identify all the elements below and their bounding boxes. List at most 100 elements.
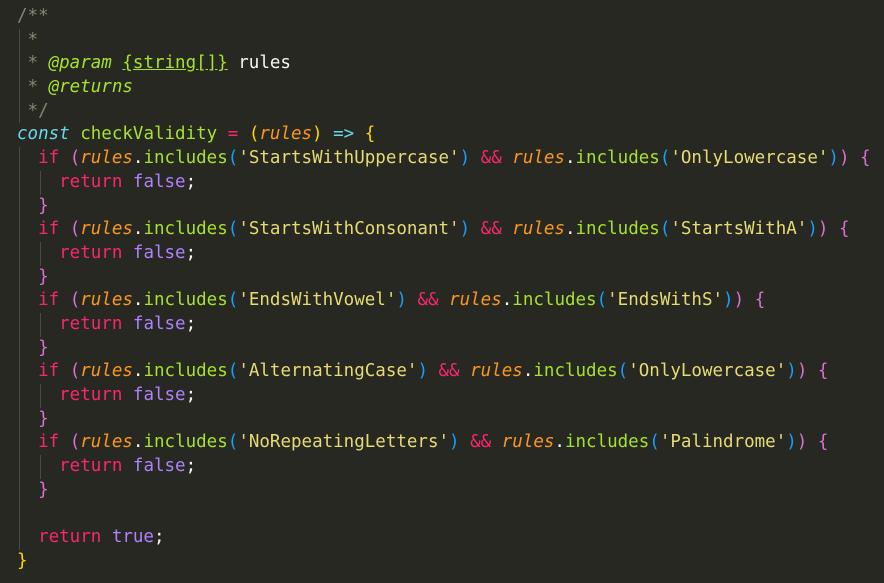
- code-token: rules: [449, 290, 502, 311]
- code-line[interactable]: [0, 502, 884, 527]
- code-token: *: [17, 29, 39, 50]
- indent-guide: [19, 52, 20, 77]
- code-line[interactable]: }: [0, 194, 884, 219]
- code-line[interactable]: * @param {string[]} rules: [0, 52, 884, 77]
- code-token: &&: [470, 219, 513, 240]
- code-token: ): [723, 290, 734, 311]
- code-token: false: [132, 456, 186, 477]
- code-token: includes: [143, 361, 228, 382]
- code-line[interactable]: }: [0, 550, 884, 574]
- code-token: checkValidity: [80, 124, 218, 145]
- code-token: {: [860, 148, 871, 169]
- code-token: if: [17, 432, 70, 453]
- code-token: includes: [143, 432, 228, 453]
- code-token: .: [564, 219, 576, 240]
- code-token: ): [828, 148, 839, 169]
- code-token: ): [396, 290, 407, 311]
- code-token: ): [786, 361, 797, 382]
- code-token: const: [17, 124, 70, 145]
- code-token: ): [733, 290, 745, 311]
- code-token: }: [17, 195, 49, 216]
- code-line[interactable]: if (rules.includes('AlternatingCase') &&…: [0, 360, 884, 384]
- code-token: 'StartsWithConsonant': [238, 219, 460, 240]
- code-token: &&: [470, 148, 513, 169]
- code-token: (: [69, 148, 81, 169]
- code-token: 'StartsWithA': [670, 219, 808, 240]
- code-line[interactable]: *: [0, 28, 884, 53]
- code-token: ;: [185, 456, 197, 477]
- code-token: rules: [80, 219, 133, 240]
- code-token: includes: [512, 290, 597, 311]
- code-token: ): [807, 219, 818, 240]
- code-line[interactable]: return false;: [0, 384, 884, 408]
- code-token: includes: [143, 290, 228, 311]
- code-line[interactable]: /**: [0, 5, 884, 29]
- code-line[interactable]: return false;: [0, 455, 884, 479]
- code-line[interactable]: if (rules.includes('EndsWithVowel') && r…: [0, 289, 884, 313]
- code-token: includes: [143, 219, 228, 240]
- code-line[interactable]: return false;: [0, 241, 884, 266]
- code-token: ;: [153, 527, 165, 548]
- indent-guide: [40, 312, 42, 337]
- indent-guide: [19, 407, 20, 432]
- code-token: .: [501, 290, 513, 311]
- code-token: .: [132, 290, 144, 311]
- code-token: {: [838, 219, 850, 240]
- indent-guide: [19, 431, 20, 456]
- code-token: (: [69, 432, 81, 453]
- code-token: 'OnlyLowercase': [670, 148, 829, 169]
- indent-guide: [40, 241, 42, 266]
- code-line[interactable]: const checkValidity = (rules) => {: [0, 123, 884, 147]
- code-token: */: [17, 100, 49, 121]
- code-token: (: [649, 432, 660, 453]
- code-token: &&: [459, 432, 502, 453]
- code-line[interactable]: if (rules.includes('NoRepeatingLetters')…: [0, 431, 884, 456]
- code-token: .: [132, 219, 144, 240]
- code-token: if: [17, 290, 70, 311]
- code-token: ): [796, 432, 808, 453]
- code-line[interactable]: return true;: [0, 526, 884, 550]
- code-token: rules: [259, 124, 313, 145]
- code-token: false: [132, 313, 186, 334]
- code-token: }: [17, 408, 49, 429]
- code-line[interactable]: }: [0, 478, 884, 503]
- code-line[interactable]: return false;: [0, 312, 884, 337]
- indent-guide: [19, 170, 20, 195]
- indent-guide: [19, 99, 20, 124]
- code-line[interactable]: if (rules.includes('StartsWithConsonant'…: [0, 218, 884, 242]
- code-token: (: [227, 290, 239, 311]
- code-line[interactable]: if (rules.includes('StartsWithUppercase'…: [0, 147, 884, 171]
- code-token: &&: [406, 290, 450, 311]
- code-token: return: [17, 242, 133, 263]
- code-token: if: [17, 219, 70, 240]
- indent-guide: [19, 76, 20, 100]
- code-token: (: [69, 361, 81, 382]
- code-line[interactable]: }: [0, 336, 884, 361]
- code-token: .: [132, 432, 144, 453]
- indent-guide: [19, 502, 20, 527]
- code-token: ): [796, 361, 808, 382]
- code-token: {: [817, 432, 829, 453]
- code-line[interactable]: return false;: [0, 170, 884, 195]
- indent-guide: [19, 526, 20, 550]
- code-line[interactable]: }: [0, 407, 884, 432]
- code-token: 'StartsWithUppercase': [238, 148, 460, 169]
- code-token: rules: [512, 219, 565, 240]
- code-token: return: [17, 456, 133, 477]
- code-line[interactable]: */: [0, 99, 884, 124]
- code-token: ): [459, 219, 471, 240]
- code-token: includes: [564, 432, 650, 453]
- code-line[interactable]: * @returns: [0, 76, 884, 100]
- code-token: 'Palindrome': [659, 432, 787, 453]
- code-token: ): [449, 432, 460, 453]
- code-editor[interactable]: /** * * @param {string[]} rules * @retur…: [0, 0, 884, 583]
- code-token: ): [417, 361, 428, 382]
- code-token: return: [17, 527, 112, 548]
- code-line[interactable]: }: [0, 265, 884, 290]
- code-token: }: [17, 550, 28, 571]
- code-token: *: [17, 77, 49, 98]
- code-token: (: [227, 432, 239, 453]
